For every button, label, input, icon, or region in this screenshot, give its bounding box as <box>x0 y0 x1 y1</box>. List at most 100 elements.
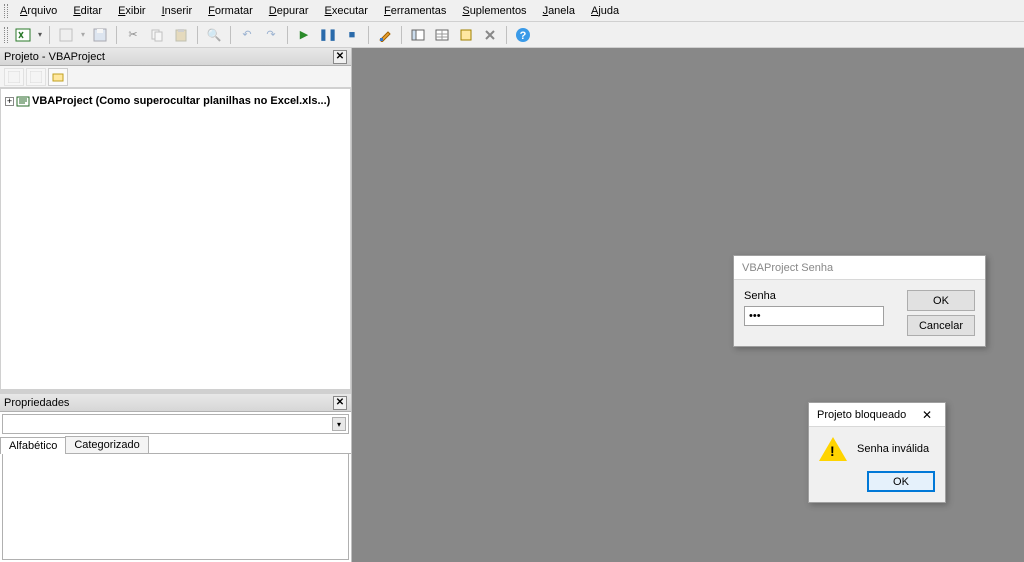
view-code-button[interactable] <box>4 68 24 86</box>
toolbar-grip-icon <box>4 27 8 43</box>
help-icon: ? <box>515 27 531 43</box>
break-button[interactable]: ❚❚ <box>317 24 339 46</box>
toolbar-separator <box>506 26 507 44</box>
redo-button[interactable]: ↷ <box>260 24 282 46</box>
paste-icon <box>174 28 188 42</box>
menu-grip-icon <box>4 4 8 18</box>
menu-label: ditar <box>81 5 102 17</box>
design-icon <box>378 28 392 42</box>
properties-pane-title-text: Propriedades <box>4 397 69 409</box>
project-pane-title-text: Projeto - VBAProject <box>4 51 105 63</box>
tree-item-label: VBAProject (Como superocultar planilhas … <box>32 95 330 107</box>
password-cancel-button[interactable]: Cancelar <box>907 315 975 336</box>
find-button[interactable]: 🔍 <box>203 24 225 46</box>
reset-button[interactable]: ■ <box>341 24 363 46</box>
view-object-button[interactable] <box>26 68 46 86</box>
menu-exibir[interactable]: Exibir <box>110 3 154 19</box>
cut-button[interactable]: ✂ <box>122 24 144 46</box>
locked-dialog-body: Senha inválida <box>809 427 945 471</box>
object-browser-icon <box>459 28 473 42</box>
menu-label: anela <box>548 5 575 17</box>
dropdown-icon[interactable]: ▾ <box>79 30 87 39</box>
password-input[interactable] <box>744 306 884 326</box>
svg-text:?: ? <box>520 30 527 42</box>
toolbar-separator <box>116 26 117 44</box>
locked-dialog-close-button[interactable]: ✕ <box>917 407 937 423</box>
cut-icon: ✂ <box>128 28 137 41</box>
undo-icon: ↶ <box>242 28 251 41</box>
locked-dialog-title: Projeto bloqueado ✕ <box>809 403 945 427</box>
paste-button[interactable] <box>170 24 192 46</box>
menu-label: nserir <box>165 5 193 17</box>
menu-suplementos[interactable]: Suplementos <box>454 3 534 19</box>
password-ok-button[interactable]: OK <box>907 290 975 311</box>
menu-label: juda <box>598 5 619 17</box>
menu-label: xibir <box>125 5 145 17</box>
toolbar-separator <box>49 26 50 44</box>
redo-icon: ↷ <box>266 28 275 41</box>
menu-executar[interactable]: Executar <box>317 3 376 19</box>
insert-button[interactable] <box>55 24 77 46</box>
vba-project-icon <box>16 94 30 108</box>
properties-icon <box>435 28 449 42</box>
help-button[interactable]: ? <box>512 24 534 46</box>
module-icon <box>59 28 73 42</box>
menu-ferramentas[interactable]: Ferramentas <box>376 3 454 19</box>
menu-label: epurar <box>277 5 309 17</box>
toolbox-icon <box>483 28 497 42</box>
project-explorer-button[interactable] <box>407 24 429 46</box>
save-icon <box>93 28 107 42</box>
code-icon <box>8 71 20 83</box>
save-button[interactable] <box>89 24 111 46</box>
find-icon: 🔍 <box>207 28 222 42</box>
toolbox-button[interactable] <box>479 24 501 46</box>
toolbar: ▾ ▾ ✂ 🔍 ↶ ↷ ▶ ❚❚ ■ ? <box>0 22 1024 48</box>
menu-label: ormatar <box>215 5 253 17</box>
object-browser-button[interactable] <box>455 24 477 46</box>
design-mode-button[interactable] <box>374 24 396 46</box>
menu-depurar[interactable]: Depurar <box>261 3 317 19</box>
project-tree[interactable]: + VBAProject (Como superocultar planilha… <box>0 88 351 390</box>
properties-button[interactable] <box>431 24 453 46</box>
tab-categorized[interactable]: Categorizado <box>65 436 148 453</box>
object-selector[interactable]: ▾ <box>2 414 349 434</box>
menu-label: rquivo <box>27 5 57 17</box>
properties-grid[interactable] <box>2 454 349 560</box>
properties-pane-title: Propriedades ✕ <box>0 394 351 412</box>
play-icon: ▶ <box>300 28 308 41</box>
menu-ajuda[interactable]: Ajuda <box>583 3 627 19</box>
password-dialog-title: VBAProject Senha <box>734 256 985 280</box>
excel-button[interactable] <box>12 24 34 46</box>
menu-janela[interactable]: Janela <box>535 3 583 19</box>
locked-ok-button[interactable]: OK <box>867 471 935 492</box>
menu-formatar[interactable]: Formatar <box>200 3 261 19</box>
tab-alphabetic[interactable]: Alfabético <box>0 437 66 454</box>
properties-pane: Propriedades ✕ ▾ Alfabético Categorizado <box>0 394 351 562</box>
project-pane-close-button[interactable]: ✕ <box>333 50 347 64</box>
password-dialog-body: Senha OK Cancelar <box>734 280 985 346</box>
undo-button[interactable]: ↶ <box>236 24 258 46</box>
left-pane: Projeto - VBAProject ✕ + VBAProject (Com… <box>0 48 352 562</box>
locked-dialog-message: Senha inválida <box>857 443 929 455</box>
copy-button[interactable] <box>146 24 168 46</box>
menu-arquivo[interactable]: Arquivo <box>12 3 65 19</box>
locked-dialog: Projeto bloqueado ✕ Senha inválida OK <box>808 402 946 503</box>
menu-label: xecutar <box>332 5 368 17</box>
menu-label: uplementos <box>470 5 527 17</box>
excel-icon <box>15 27 31 43</box>
password-label: Senha <box>744 290 897 302</box>
folder-icon <box>52 71 64 83</box>
menu-bar: Arquivo Editar Exibir Inserir Formatar D… <box>0 0 1024 22</box>
dropdown-icon[interactable]: ▾ <box>36 30 44 39</box>
properties-tabs: Alfabético Categorizado <box>0 436 351 454</box>
tree-item-vbaproject[interactable]: + VBAProject (Como superocultar planilha… <box>5 93 346 109</box>
properties-pane-close-button[interactable]: ✕ <box>333 396 347 410</box>
menu-inserir[interactable]: Inserir <box>154 3 201 19</box>
menu-editar[interactable]: Editar <box>65 3 110 19</box>
toolbar-separator <box>287 26 288 44</box>
dialog-title-text: VBAProject Senha <box>742 262 833 274</box>
chevron-down-icon: ▾ <box>332 417 346 431</box>
toggle-folders-button[interactable] <box>48 68 68 86</box>
run-button[interactable]: ▶ <box>293 24 315 46</box>
expand-icon[interactable]: + <box>5 97 14 106</box>
